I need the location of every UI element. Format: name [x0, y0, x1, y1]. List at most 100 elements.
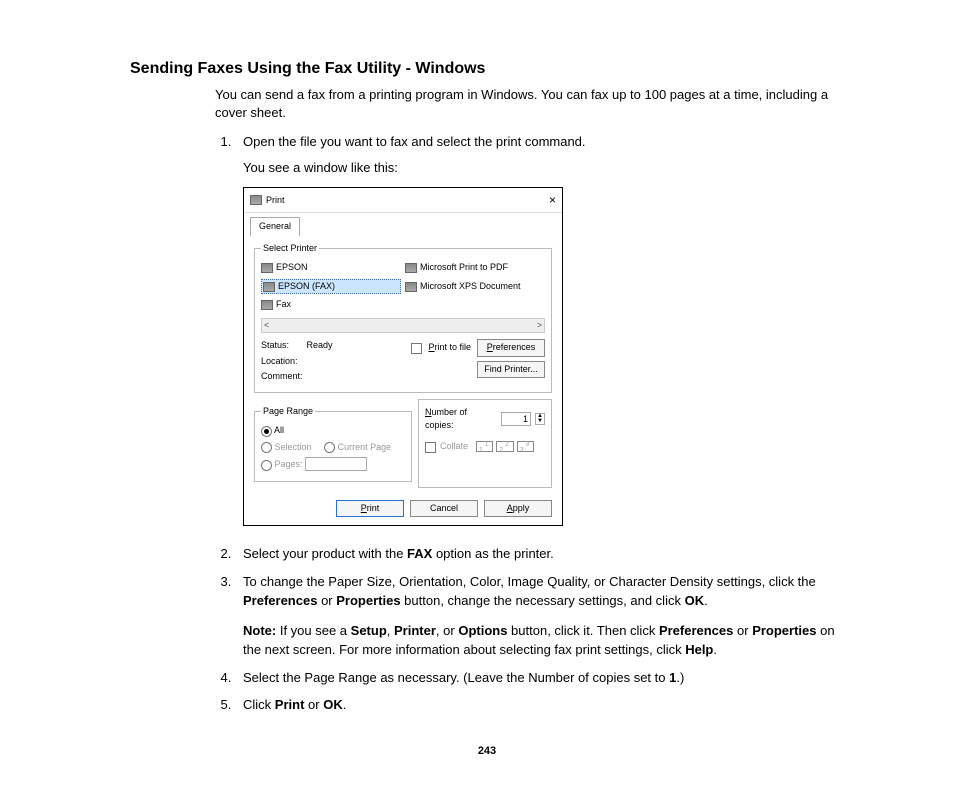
- printer-item[interactable]: Microsoft XPS Document: [405, 279, 545, 295]
- copies-spinner[interactable]: ▲▼: [535, 413, 545, 425]
- radio-current-label: Current Page: [338, 442, 392, 452]
- text: .: [713, 642, 717, 657]
- printer-label: Microsoft XPS Document: [420, 280, 521, 294]
- tab-general[interactable]: General: [250, 217, 300, 236]
- print-to-file-label: Print to file: [428, 341, 471, 355]
- printer-scrollbar[interactable]: < >: [261, 318, 545, 334]
- text-bold: Options: [458, 623, 507, 638]
- dialog-footer: Print Cancel Apply: [244, 494, 562, 526]
- printer-icon: [405, 263, 417, 273]
- printer-item-selected[interactable]: EPSON (FAX): [261, 279, 401, 295]
- page-range-group: Page Range All Selection Current Page Pa…: [254, 405, 412, 482]
- step-5: Click Print or OK.: [235, 695, 844, 715]
- text-bold: Print: [275, 697, 305, 712]
- status-value: Ready: [307, 340, 333, 350]
- chevron-left-icon[interactable]: <: [264, 319, 269, 333]
- printer-label: Fax: [276, 298, 291, 312]
- apply-button[interactable]: Apply: [484, 500, 552, 518]
- copies-input[interactable]: [501, 412, 531, 426]
- copies-group: Number of copies: ▲▼ Collate 112233: [418, 399, 552, 488]
- collate-icon: 112233: [476, 439, 537, 455]
- radio-icon: [261, 442, 272, 453]
- radio-all-label: All: [274, 425, 284, 435]
- text: .): [676, 670, 684, 685]
- text-bold: OK: [685, 593, 705, 608]
- page-range-legend: Page Range: [261, 405, 315, 419]
- radio-all[interactable]: All: [261, 424, 405, 438]
- text: option as the printer.: [432, 546, 553, 561]
- step-3: To change the Paper Size, Orientation, C…: [235, 572, 844, 660]
- print-button[interactable]: Print: [336, 500, 404, 518]
- printer-label: Microsoft Print to PDF: [420, 261, 508, 275]
- printer-label: EPSON (FAX): [278, 280, 335, 294]
- text: .: [343, 697, 347, 712]
- cancel-button[interactable]: Cancel: [410, 500, 478, 518]
- text-bold: Printer: [394, 623, 436, 638]
- radio-icon: [261, 460, 272, 471]
- close-icon[interactable]: ×: [549, 191, 556, 209]
- radio-icon: [261, 426, 272, 437]
- radio-selection: Selection Current Page: [261, 441, 405, 455]
- radio-pages: Pages:: [261, 457, 405, 472]
- status-label: Status:: [261, 340, 289, 350]
- copies-label: Number of copies:: [425, 406, 497, 433]
- text: button, change the necessary settings, a…: [401, 593, 685, 608]
- radio-icon: [324, 442, 335, 453]
- status-left: Status: Ready Location: Comment:: [261, 339, 405, 386]
- printer-item[interactable]: EPSON: [261, 261, 401, 275]
- text: button, click it. Then click: [507, 623, 659, 638]
- printer-icon: [250, 195, 262, 205]
- text: .: [704, 593, 708, 608]
- intro-text: You can send a fax from a printing progr…: [215, 86, 844, 122]
- dialog-titlebar: Print ×: [244, 188, 562, 213]
- text: , or: [436, 623, 458, 638]
- text: or: [733, 623, 752, 638]
- chevron-right-icon[interactable]: >: [537, 319, 542, 333]
- dialog-title: Print: [266, 194, 285, 208]
- text-bold: Setup: [351, 623, 387, 638]
- text: If you see a: [276, 623, 350, 638]
- print-dialog: Print × General Select Printer EPSON Mic…: [243, 187, 563, 526]
- page-title: Sending Faxes Using the Fax Utility - Wi…: [130, 60, 844, 78]
- text: To change the Paper Size, Orientation, C…: [243, 574, 816, 589]
- text-bold: Preferences: [243, 593, 317, 608]
- print-to-file-checkbox[interactable]: [411, 343, 422, 354]
- text-bold: OK: [323, 697, 343, 712]
- find-printer-button[interactable]: Find Printer...: [477, 361, 545, 379]
- comment-label: Comment:: [261, 370, 405, 384]
- printer-icon: [261, 300, 273, 310]
- text: or: [304, 697, 323, 712]
- radio-pages-label: Pages:: [275, 459, 303, 469]
- printer-list: EPSON Microsoft Print to PDF EPSON (FAX)…: [261, 261, 545, 312]
- text: Select your product with the: [243, 546, 407, 561]
- collate-checkbox: [425, 442, 436, 453]
- select-printer-group: Select Printer EPSON Microsoft Print to …: [254, 242, 552, 393]
- collate-label: Collate: [440, 440, 468, 454]
- text: Select the Page Range as necessary. (Lea…: [243, 670, 669, 685]
- location-label: Location:: [261, 355, 405, 369]
- preferences-button[interactable]: Preferences: [477, 339, 545, 357]
- step-1-text: Open the file you want to fax and select…: [243, 134, 586, 149]
- text-bold: FAX: [407, 546, 432, 561]
- printer-item[interactable]: Microsoft Print to PDF: [405, 261, 545, 275]
- printer-icon: [261, 263, 273, 273]
- text: or: [317, 593, 336, 608]
- step-2: Select your product with the FAX option …: [235, 544, 844, 564]
- pages-input[interactable]: [305, 457, 367, 471]
- note-block: Note: If you see a Setup, Printer, or Op…: [243, 621, 844, 660]
- printer-item[interactable]: Fax: [261, 298, 401, 312]
- text-bold: Properties: [336, 593, 400, 608]
- text-bold: Preferences: [659, 623, 733, 638]
- step-1: Open the file you want to fax and select…: [235, 132, 844, 526]
- step-4: Select the Page Range as necessary. (Lea…: [235, 668, 844, 688]
- text-bold: Help: [685, 642, 713, 657]
- printer-label: EPSON: [276, 261, 308, 275]
- text-bold: Properties: [752, 623, 816, 638]
- page-number: 243: [130, 745, 844, 757]
- dialog-tabs: General: [244, 213, 562, 236]
- note-label: Note:: [243, 623, 276, 638]
- printer-icon: [405, 282, 417, 292]
- printer-icon: [263, 282, 275, 292]
- select-printer-legend: Select Printer: [261, 242, 319, 256]
- radio-selection-label: Selection: [275, 442, 312, 452]
